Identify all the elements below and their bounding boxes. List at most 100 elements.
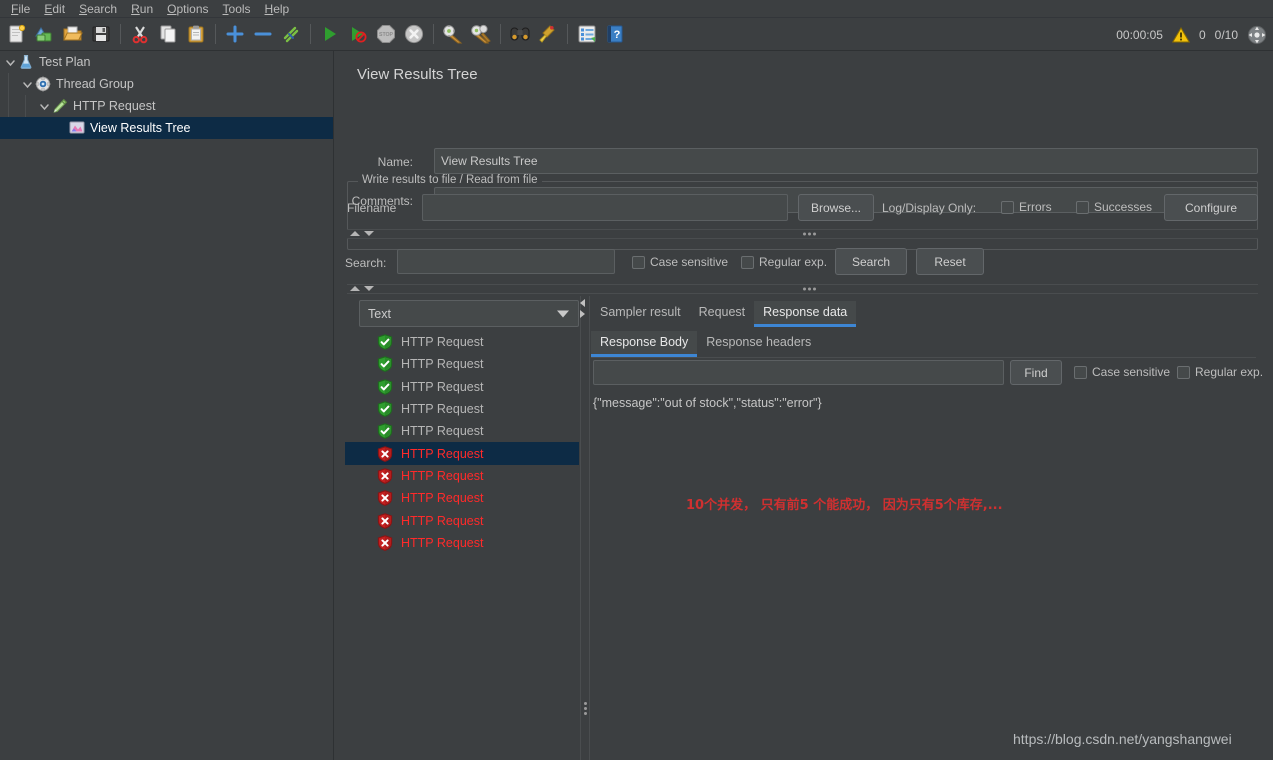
search-button[interactable]: Search [835, 248, 907, 275]
new-icon[interactable] [3, 21, 30, 48]
tab-sampler-result[interactable]: Sampler result [591, 301, 690, 327]
splitter-middle[interactable] [347, 284, 1258, 294]
chevron-down-icon[interactable] [3, 55, 17, 69]
result-list-item[interactable]: HTTP Request [345, 376, 579, 398]
splitter-grip[interactable] [803, 233, 816, 236]
search-icon[interactable] [506, 21, 533, 48]
tab-request[interactable]: Request [690, 301, 755, 327]
menu-help[interactable]: Help [258, 1, 297, 17]
result-list-item[interactable]: HTTP Request [345, 509, 579, 531]
configure-button[interactable]: Configure [1164, 194, 1258, 221]
menu-tools[interactable]: Tools [216, 1, 258, 17]
open-icon[interactable] [59, 21, 86, 48]
failure-shield-icon [377, 535, 393, 551]
result-list-item[interactable]: HTTP Request [345, 442, 579, 464]
search-case-sensitive-box[interactable] [632, 256, 645, 269]
successes-checkbox[interactable]: Successes [1076, 200, 1152, 214]
subtab-response-body[interactable]: Response Body [591, 331, 697, 357]
result-list-item[interactable]: HTTP Request [345, 487, 579, 509]
shutdown-icon[interactable] [400, 21, 427, 48]
expand-right-arrow[interactable] [580, 310, 585, 318]
reset-button[interactable]: Reset [916, 248, 984, 275]
collapse-icon[interactable] [249, 21, 276, 48]
search-input[interactable] [397, 249, 615, 274]
result-list-item[interactable]: HTTP Request [345, 420, 579, 442]
find-regular-exp-label: Regular exp. [1195, 365, 1263, 379]
clear-search-icon[interactable] [534, 21, 561, 48]
result-list-item[interactable]: HTTP Request [345, 398, 579, 420]
warning-triangle-icon[interactable] [1172, 27, 1190, 43]
splitter-grip-2[interactable] [803, 288, 816, 291]
menu-edit[interactable]: Edit [37, 1, 72, 17]
menu-file[interactable]: File [4, 1, 37, 17]
successes-checkbox-box[interactable] [1076, 201, 1089, 214]
tree-node-view-results-tree[interactable]: View Results Tree [0, 117, 333, 139]
svg-text:?: ? [613, 29, 620, 41]
failure-shield-icon [377, 513, 393, 529]
results-list[interactable]: HTTP RequestHTTP RequestHTTP RequestHTTP… [345, 331, 579, 756]
chevron-down-icon[interactable] [557, 310, 569, 317]
tree-node-thread-group[interactable]: Thread Group [0, 73, 333, 95]
find-button[interactable]: Find [1010, 360, 1062, 385]
chevron-down-icon[interactable] [37, 99, 51, 113]
tree-node-test-plan[interactable]: Test Plan [0, 51, 333, 73]
result-list-item[interactable]: HTTP Request [345, 353, 579, 375]
menu-run[interactable]: Run [124, 1, 160, 17]
errors-checkbox-box[interactable] [1001, 201, 1014, 214]
templates-icon[interactable] [31, 21, 58, 48]
result-list-item[interactable]: HTTP Request [345, 532, 579, 554]
errors-checkbox[interactable]: Errors [1001, 200, 1052, 214]
collapse-left-arrow[interactable] [580, 299, 585, 307]
detail-subtabs[interactable]: Response BodyResponse headers [591, 331, 820, 357]
find-regular-exp-box[interactable] [1177, 366, 1190, 379]
renderer-combo[interactable]: Text [359, 300, 579, 327]
tab-response-data[interactable]: Response data [754, 301, 856, 327]
menu-options[interactable]: Options [160, 1, 215, 17]
chevron-none-icon [54, 121, 68, 135]
start-no-pause-icon[interactable] [344, 21, 371, 48]
test-plan-tree[interactable]: Test Plan Thread GroupHTTP RequestView Re… [0, 51, 334, 760]
find-input[interactable] [593, 360, 1004, 385]
threads-icon[interactable] [1247, 25, 1267, 45]
menu-search[interactable]: Search [72, 1, 124, 17]
help-icon[interactable]: ? [601, 21, 628, 48]
splitter-top[interactable] [347, 229, 1258, 239]
search-regular-exp-checkbox[interactable]: Regular exp. [741, 255, 827, 269]
http-request-icon [51, 98, 69, 114]
tree-node-http-request[interactable]: HTTP Request [0, 95, 333, 117]
collapse-down-arrow[interactable] [364, 231, 374, 236]
filename-input[interactable] [422, 194, 788, 221]
tab-label: Response data [763, 305, 847, 319]
subtab-response-headers[interactable]: Response headers [697, 331, 820, 357]
function-helper-icon[interactable] [573, 21, 600, 48]
cut-icon[interactable] [126, 21, 153, 48]
stop-icon[interactable]: STOP [372, 21, 399, 48]
find-regular-exp-checkbox[interactable]: Regular exp. [1177, 365, 1263, 379]
splitter-grip-vertical[interactable] [584, 702, 587, 715]
save-icon[interactable] [87, 21, 114, 48]
detail-tabs[interactable]: Sampler resultRequest Response data [591, 301, 856, 327]
find-case-sensitive-checkbox[interactable]: Case sensitive [1074, 365, 1170, 379]
paste-icon[interactable] [182, 21, 209, 48]
chevron-down-icon[interactable] [20, 77, 34, 91]
result-list-item[interactable]: HTTP Request [345, 331, 579, 353]
expand-icon[interactable] [221, 21, 248, 48]
toolbar-separator [433, 24, 434, 44]
search-regular-exp-box[interactable] [741, 256, 754, 269]
result-list-item[interactable]: HTTP Request [345, 465, 579, 487]
tree-node-label: Test Plan [39, 55, 90, 69]
collapse-down-arrow-2[interactable] [364, 286, 374, 291]
collapse-up-arrow-2[interactable] [350, 286, 360, 291]
toggle-icon[interactable] [277, 21, 304, 48]
start-icon[interactable] [316, 21, 343, 48]
browse-button[interactable]: Browse... [798, 194, 874, 221]
copy-icon[interactable] [154, 21, 181, 48]
clear-all-icon[interactable] [467, 21, 494, 48]
name-input[interactable] [434, 148, 1258, 174]
collapse-up-arrow[interactable] [350, 231, 360, 236]
search-case-sensitive-checkbox[interactable]: Case sensitive [632, 255, 728, 269]
find-case-sensitive-box[interactable] [1074, 366, 1087, 379]
splitter-vertical-detail[interactable] [580, 296, 590, 760]
clear-icon[interactable] [439, 21, 466, 48]
toolbar-separator [120, 24, 121, 44]
